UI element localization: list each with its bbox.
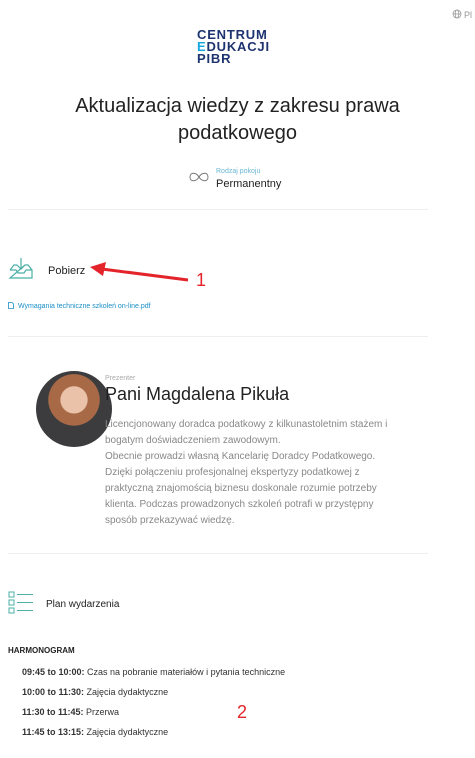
divider [8, 209, 428, 210]
schedule-time: 11:45 to 13:15: [22, 727, 85, 737]
download-button[interactable]: Pobierz [8, 256, 85, 285]
schedule-activity: Zajęcia dydaktyczne [84, 687, 169, 697]
file-link-label: Wymagania techniczne szkoleń on-line.pdf [18, 303, 151, 310]
schedule-heading: HARMONOGRAM [8, 646, 75, 655]
logo: CENTRUM EDUKACJI PIBR [197, 28, 270, 66]
schedule-activity: Przerwa [83, 707, 120, 717]
globe-icon [452, 9, 462, 21]
annotation-number: 1 [196, 270, 207, 290]
presenter-bio: Licencjonowany doradca podatkowy z kilku… [105, 417, 395, 529]
annotation-number: 2 [237, 702, 248, 722]
room-type-label: Rodzaj pokoju [216, 168, 261, 175]
presenter-bio-paragraph: Licencjonowany doradca podatkowy z kilku… [105, 419, 388, 446]
divider [8, 553, 428, 554]
schedule-item: 11:45 to 13:15: Zajęcia dydaktyczne [22, 722, 285, 742]
schedule-activity: Zajęcia dydaktyczne [84, 727, 169, 737]
plan-label: Plan wydarzenia [46, 599, 120, 610]
logo-line-3: PIBR [197, 51, 232, 66]
list-icon [8, 590, 34, 619]
language-label: Pl [464, 10, 473, 20]
schedule-time: 11:30 to 11:45: [22, 707, 84, 717]
schedule-item: 10:00 to 11:30: Zajęcia dydaktyczne [22, 682, 285, 702]
download-label: Pobierz [48, 264, 86, 277]
infinity-icon [188, 170, 210, 188]
language-selector[interactable]: Pl [452, 9, 472, 21]
download-tray-icon [8, 256, 34, 285]
plan-section-header: Plan wydarzenia [8, 590, 119, 619]
room-type: Rodzaj pokoju Permanentny [188, 168, 281, 190]
presenter-role: Prezenter [105, 375, 136, 382]
file-link[interactable]: Wymagania techniczne szkoleń on-line.pdf [8, 302, 151, 311]
document-icon [8, 302, 14, 311]
schedule-time: 10:00 to 11:30: [22, 687, 85, 697]
schedule-time: 09:45 to 10:00: [22, 667, 85, 677]
page-title: Aktualizacja wiedzy z zakresu prawa poda… [75, 95, 400, 144]
presenter-avatar [36, 371, 112, 447]
schedule-activity: Czas na pobranie materiałów i pytania te… [84, 667, 286, 677]
schedule-item: 09:45 to 10:00: Czas na pobranie materia… [22, 662, 285, 682]
room-type-value: Permanentny [216, 178, 282, 190]
presenter-name: Pani Magdalena Pikuła [105, 384, 290, 404]
divider [8, 336, 428, 337]
presenter-bio-paragraph: Obecnie prowadzi własną Kancelarię Dorad… [105, 451, 377, 526]
